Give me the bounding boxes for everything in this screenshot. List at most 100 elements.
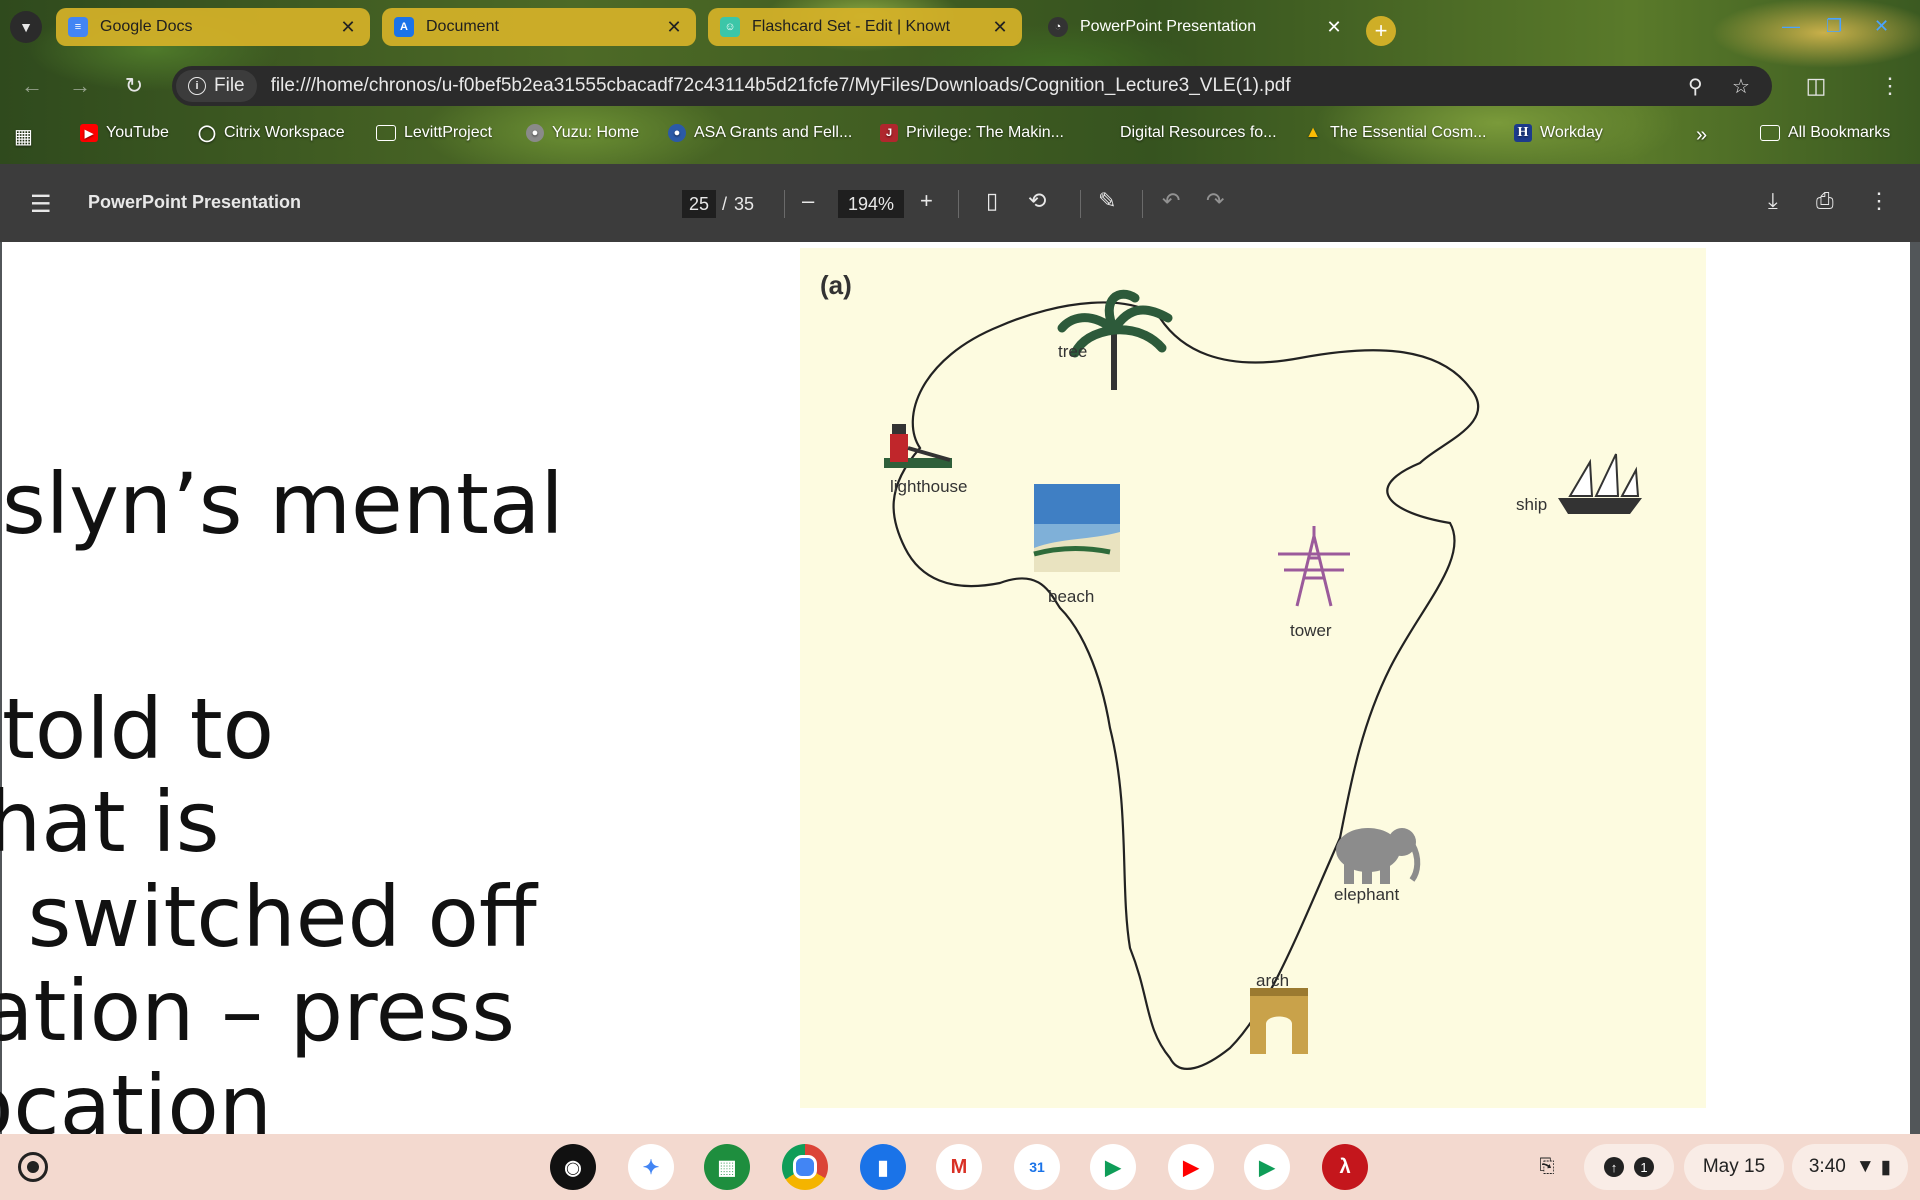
url-text[interactable]: file:///home/chronos/u-f0bef5b2ea31555cb… [271, 75, 1291, 97]
close-icon[interactable]: ✕ [338, 17, 358, 38]
youtube-icon[interactable]: ▶ [1168, 1144, 1214, 1190]
app-grid-icon[interactable]: ▦ [704, 1144, 750, 1190]
document-title: PowerPoint Presentation [88, 192, 302, 212]
tab-document[interactable]: A Document ✕ [382, 8, 696, 46]
back-button[interactable]: ← [14, 68, 50, 104]
zoom-icon[interactable]: ⚲ [1688, 74, 1703, 99]
bookmark-label: Workday [1540, 124, 1603, 141]
pdf-viewer[interactable]: slyn’s mental told to hat is t switched … [0, 242, 1920, 1148]
files-icon[interactable]: ▮ [860, 1144, 906, 1190]
bookmark-digital-resources[interactable]: Digital Resources fo... [1120, 124, 1277, 142]
launcher-icon [27, 1161, 39, 1173]
zoom-out-icon[interactable]: – [802, 188, 814, 214]
undo-icon[interactable]: ↶ [1162, 188, 1180, 214]
redo-icon[interactable]: ↷ [1206, 188, 1224, 214]
chevron-down-icon: ▼ [19, 19, 33, 35]
apps-button[interactable]: ▦ [14, 124, 33, 149]
bookmark-asa-grants[interactable]: ● ASA Grants and Fell... [668, 124, 852, 142]
download-icon[interactable]: ⤓ [1768, 188, 1778, 214]
apps-grid-icon: ▦ [14, 126, 33, 148]
star-icon[interactable]: ☆ [1732, 74, 1750, 99]
island-map: tree lighthouse beach ship tower elephan… [884, 289, 1642, 1070]
reload-button[interactable]: ↻ [116, 68, 152, 104]
holding-space-button[interactable]: ⎘ [1524, 1144, 1570, 1190]
extensions-button[interactable]: ◫ [1798, 68, 1834, 104]
tab-title: Flashcard Set - Edit | Knowt [752, 18, 951, 35]
gemini-icon[interactable]: ✦ [628, 1144, 674, 1190]
island-map-figure: (a) tree lighthouse beach ship tower ele… [800, 248, 1706, 1108]
more-options-icon[interactable]: ⋮ [1868, 188, 1890, 214]
calendar-day: 31 [1029, 1159, 1045, 1175]
elephant-icon [1336, 828, 1421, 884]
acrobat-icon[interactable]: λ [1322, 1144, 1368, 1190]
print-icon[interactable]: ⎙ [1816, 188, 1834, 214]
close-icon[interactable]: ✕ [990, 17, 1010, 38]
zoom-level-input[interactable]: 194% [838, 190, 904, 218]
bookmark-youtube[interactable]: ▶ YouTube [80, 124, 169, 142]
pdf-toolbar: ☰ PowerPoint Presentation 25 / 35 – 194%… [0, 164, 1920, 242]
tab-title: Document [426, 18, 499, 35]
meet-icon[interactable]: ▶ [1090, 1144, 1136, 1190]
page-number-input[interactable]: 25 [682, 190, 716, 218]
zoom-in-icon[interactable]: + [920, 188, 933, 214]
close-icon[interactable]: ✕ [664, 17, 684, 38]
page-total: 35 [734, 194, 755, 214]
bookmark-levittproject[interactable]: LevittProject [376, 124, 492, 142]
new-tab-button[interactable]: + [1366, 16, 1396, 46]
rotate-icon[interactable]: ⟲ [1028, 188, 1046, 214]
toolbar-divider [784, 190, 785, 218]
citrix-icon: ◯ [198, 125, 216, 142]
forward-button[interactable]: → [62, 68, 98, 104]
youtube-icon: ▶ [80, 124, 98, 142]
minimize-icon[interactable]: — [1782, 16, 1800, 37]
tab-search-button[interactable]: ▼ [10, 11, 42, 43]
podcasts-icon[interactable]: ◉ [550, 1144, 596, 1190]
close-window-icon[interactable]: ✕ [1874, 16, 1889, 37]
tab-google-docs[interactable]: ≡ Google Docs ✕ [56, 8, 370, 46]
info-icon: i [188, 77, 206, 95]
date-button[interactable]: May 15 [1684, 1144, 1784, 1190]
tab-strip: ▼ ≡ Google Docs ✕ A Document ✕ ☺ Flashca… [0, 6, 1920, 50]
tab-powerpoint-presentation[interactable]: ◔ PowerPoint Presentation ✕ [1036, 8, 1356, 46]
launcher-button[interactable] [18, 1152, 48, 1182]
arrow-right-icon: → [69, 73, 91, 98]
fit-page-icon[interactable]: ▯ [986, 188, 998, 214]
status-tray[interactable]: 3:40 ▼ ▮ [1792, 1144, 1908, 1190]
annotate-pen-icon[interactable]: ✎ [1098, 188, 1116, 214]
bookmark-privilege[interactable]: J Privilege: The Makin... [880, 124, 1064, 142]
document-icon: A [394, 17, 414, 37]
pylon-icon [1278, 526, 1350, 607]
bookmark-label: YouTube [106, 124, 169, 141]
island-outline [892, 301, 1480, 1070]
more-bookmarks-button[interactable]: » [1696, 124, 1707, 147]
system-shelf: ◉ ✦ ▦ ▮ M 31 ▶ ▶ ▶ λ ⎘ ↑ 1 May 15 3:40 ▼… [0, 1134, 1920, 1200]
play-store-icon[interactable]: ▶ [1244, 1144, 1290, 1190]
restore-icon[interactable]: ❐ [1826, 16, 1842, 37]
extension-icon: ◫ [1805, 73, 1827, 98]
beach-icon [1033, 484, 1120, 572]
landmark-label-tower: tower [1290, 621, 1332, 640]
ship-icon [1558, 453, 1642, 514]
tab-knowt[interactable]: ☺ Flashcard Set - Edit | Knowt ✕ [708, 8, 1022, 46]
pdf-icon: ◔ [1048, 17, 1068, 37]
calendar-icon[interactable]: 31 [1014, 1144, 1060, 1190]
slide-text-line: hat is [0, 773, 220, 871]
upload-icon: ↑ [1604, 1157, 1624, 1177]
download-tray-icon: ⎘ [1539, 1156, 1555, 1177]
site-info-button[interactable]: i File [176, 70, 257, 102]
bookmark-citrix[interactable]: ◯ Citrix Workspace [198, 124, 345, 142]
bookmark-label: Yuzu: Home [552, 124, 640, 141]
notifications-button[interactable]: ↑ 1 [1584, 1144, 1674, 1190]
gmail-icon[interactable]: M [936, 1144, 982, 1190]
bookmark-essential-cosm[interactable]: ▲ The Essential Cosm... [1304, 124, 1486, 142]
close-icon[interactable]: ✕ [1324, 17, 1344, 38]
tab-title: Google Docs [100, 18, 193, 35]
arrow-left-icon: ← [21, 73, 43, 98]
bookmark-workday[interactable]: H Workday [1514, 124, 1603, 142]
bookmark-all-bookmarks[interactable]: All Bookmarks [1760, 124, 1890, 142]
address-bar[interactable]: i File file:///home/chronos/u-f0bef5b2ea… [172, 66, 1772, 106]
bookmark-yuzu[interactable]: ● Yuzu: Home [526, 124, 639, 142]
hamburger-menu-icon[interactable]: ☰ [30, 190, 52, 219]
browser-menu-button[interactable]: ⋮ [1872, 68, 1908, 104]
chrome-icon[interactable] [782, 1144, 828, 1190]
